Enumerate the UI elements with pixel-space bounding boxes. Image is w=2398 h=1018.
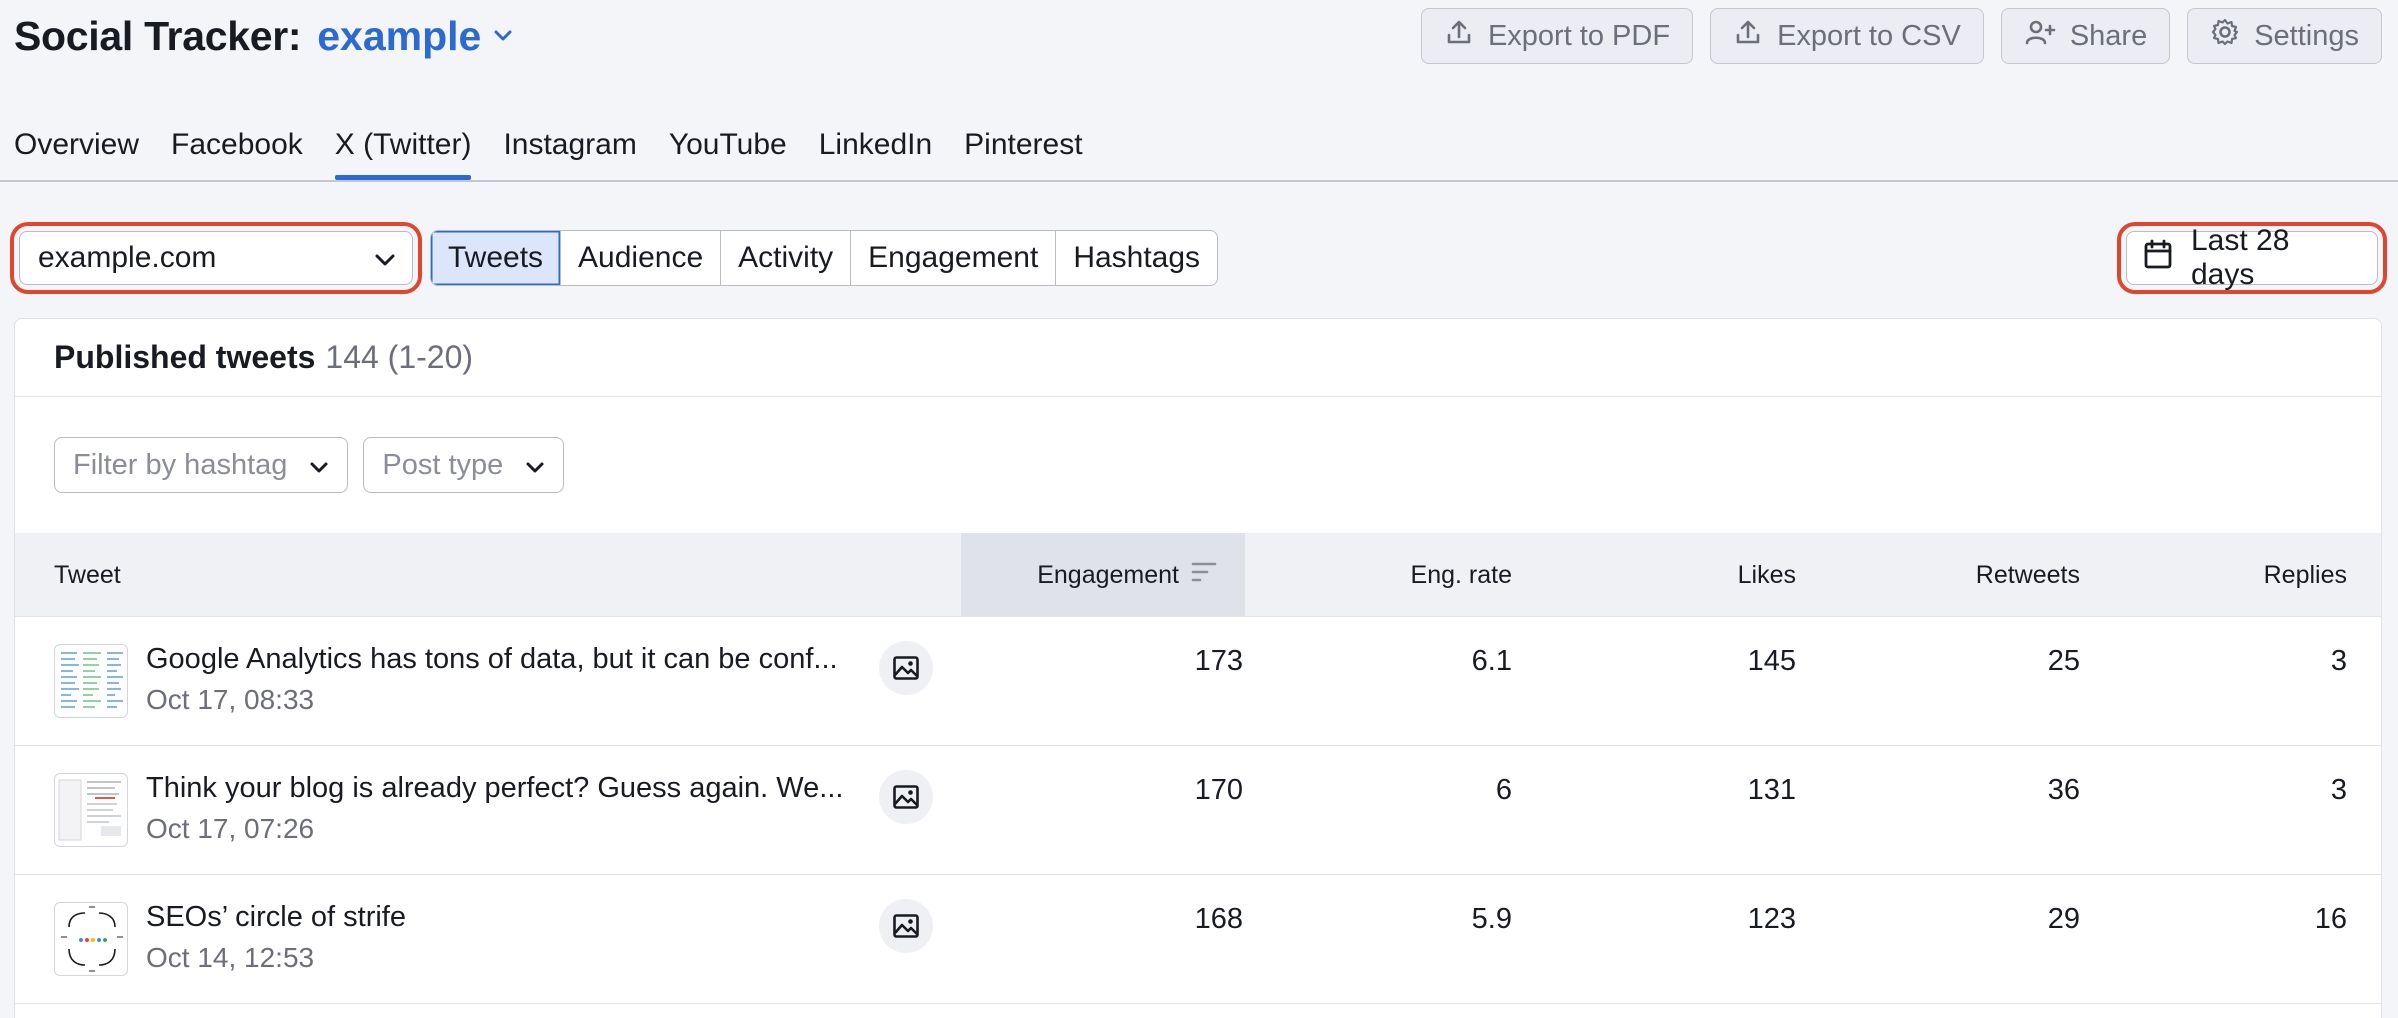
published-tweets-card: Published tweets 144 (1-20) Filter by ha… bbox=[14, 318, 2382, 1018]
tweet-count: 144 (1-20) bbox=[325, 339, 474, 375]
table-row[interactable]: Think your blog is already perfect? Gues… bbox=[15, 746, 2381, 875]
date-range-highlight: Last 28 days bbox=[2117, 222, 2387, 294]
engagement-value: 170 bbox=[1194, 774, 1243, 806]
tweet-thumbnail bbox=[54, 773, 128, 847]
network-tabs: Overview Facebook X (Twitter) Instagram … bbox=[14, 128, 1115, 180]
chevron-down-icon[interactable] bbox=[493, 29, 513, 43]
export-csv-button[interactable]: Export to CSV bbox=[1710, 8, 1984, 64]
share-button[interactable]: Share bbox=[2000, 8, 2171, 64]
tweet-thumbnail bbox=[54, 644, 128, 718]
settings-button[interactable]: Settings bbox=[2187, 8, 2382, 64]
table-row[interactable]: Google Analytics has tons of data, but i… bbox=[15, 617, 2381, 746]
tab-youtube[interactable]: YouTube bbox=[669, 128, 787, 180]
page-title: Social Tracker: bbox=[14, 12, 302, 59]
likes-value: 123 bbox=[1747, 903, 1796, 935]
column-engagement[interactable]: Engagement bbox=[961, 533, 1245, 617]
settings-label: Settings bbox=[2254, 19, 2359, 52]
tweet-date: Oct 17, 08:33 bbox=[146, 684, 315, 715]
add-user-icon bbox=[2024, 17, 2056, 55]
tweet-text[interactable]: SEOs’ circle of strife bbox=[146, 901, 876, 934]
retweets-value: 36 bbox=[2047, 774, 2080, 806]
export-pdf-button[interactable]: Export to PDF bbox=[1420, 8, 1694, 64]
tweet-date: Oct 14, 12:53 bbox=[146, 942, 315, 973]
social-tracker-page: Social Tracker: example Export to PDF Ex… bbox=[0, 0, 2398, 1018]
table-header: Tweet Engagement Eng. rate Likes Retweet… bbox=[15, 533, 2381, 617]
upload-icon bbox=[1444, 17, 1474, 55]
hashtag-filter-select[interactable]: Filter by hashtag bbox=[54, 437, 349, 493]
replies-value: 3 bbox=[2330, 645, 2347, 677]
retweets-value: 25 bbox=[2047, 645, 2080, 677]
table-filters: Filter by hashtag Post type bbox=[15, 397, 2381, 533]
tab-tweets[interactable]: Tweets bbox=[431, 231, 562, 285]
domain-select-value: example.com bbox=[38, 241, 217, 274]
replies-value: 3 bbox=[2330, 774, 2347, 806]
column-replies[interactable]: Replies bbox=[2264, 533, 2347, 617]
engagement-value: 173 bbox=[1194, 645, 1243, 677]
tab-activity[interactable]: Activity bbox=[721, 231, 852, 285]
hashtag-filter-placeholder: Filter by hashtag bbox=[73, 448, 288, 481]
replies-value: 16 bbox=[2314, 903, 2347, 935]
project-selector[interactable]: example bbox=[317, 13, 481, 60]
chevron-down-icon bbox=[525, 449, 545, 482]
column-likes[interactable]: Likes bbox=[1738, 533, 1796, 617]
retweets-value: 29 bbox=[2047, 903, 2080, 935]
share-label: Share bbox=[2069, 19, 2148, 52]
eng-rate-value: 5.9 bbox=[1471, 903, 1512, 935]
image-icon[interactable] bbox=[879, 770, 933, 824]
sort-descending-icon bbox=[1191, 561, 1217, 590]
image-icon[interactable] bbox=[879, 899, 933, 953]
column-tweet: Tweet bbox=[54, 560, 121, 589]
header-actions: Export to PDF Export to CSV Share Settin… bbox=[1420, 8, 2382, 64]
domain-select[interactable]: example.com bbox=[19, 231, 413, 285]
tweet-text[interactable]: Think your blog is already perfect? Gues… bbox=[146, 772, 876, 805]
card-title: Published tweets bbox=[54, 339, 316, 375]
table-row[interactable]: SEOs’ circle of strife Oct 14, 12:53 168… bbox=[15, 875, 2381, 1004]
tab-engagement[interactable]: Engagement bbox=[851, 231, 1057, 285]
tab-facebook[interactable]: Facebook bbox=[171, 128, 303, 180]
eng-rate-value: 6.1 bbox=[1471, 645, 1512, 677]
card-header: Published tweets 144 (1-20) bbox=[15, 319, 2381, 397]
tabs-divider bbox=[0, 180, 2398, 182]
engagement-value: 168 bbox=[1194, 903, 1243, 935]
tab-hashtags[interactable]: Hashtags bbox=[1056, 231, 1217, 285]
chevron-down-icon bbox=[309, 449, 329, 482]
column-retweets[interactable]: Retweets bbox=[1976, 533, 2080, 617]
sub-tabs: Tweets Audience Activity Engagement Hash… bbox=[430, 230, 1219, 286]
tab-overview[interactable]: Overview bbox=[14, 128, 139, 180]
domain-select-highlight: example.com bbox=[10, 222, 422, 294]
tweet-date: Oct 17, 07:26 bbox=[146, 813, 315, 844]
date-range-button[interactable]: Last 28 days bbox=[2126, 224, 2378, 291]
image-icon[interactable] bbox=[879, 641, 933, 695]
tab-instagram[interactable]: Instagram bbox=[503, 128, 636, 180]
likes-value: 131 bbox=[1747, 774, 1796, 806]
export-pdf-label: Export to PDF bbox=[1487, 19, 1671, 52]
chevron-down-icon bbox=[374, 241, 396, 275]
column-engagement-label: Engagement bbox=[1037, 560, 1179, 589]
tab-pinterest[interactable]: Pinterest bbox=[964, 128, 1082, 180]
calendar-icon bbox=[2143, 238, 2173, 278]
date-range-label: Last 28 days bbox=[2191, 224, 2290, 291]
page-header: Social Tracker: example bbox=[14, 6, 513, 66]
tweet-text[interactable]: Google Analytics has tons of data, but i… bbox=[146, 643, 876, 676]
post-type-select[interactable]: Post type bbox=[363, 437, 565, 493]
tweet-thumbnail bbox=[54, 902, 128, 976]
gear-icon bbox=[2210, 17, 2240, 55]
eng-rate-value: 6 bbox=[1495, 774, 1512, 806]
tab-audience[interactable]: Audience bbox=[561, 231, 722, 285]
export-csv-label: Export to CSV bbox=[1777, 19, 1961, 52]
likes-value: 145 bbox=[1747, 645, 1796, 677]
tab-x-twitter[interactable]: X (Twitter) bbox=[334, 128, 471, 180]
upload-icon bbox=[1733, 17, 1763, 55]
tab-linkedin[interactable]: LinkedIn bbox=[819, 128, 932, 180]
post-type-placeholder: Post type bbox=[382, 448, 504, 481]
column-eng-rate[interactable]: Eng. rate bbox=[1411, 533, 1512, 617]
